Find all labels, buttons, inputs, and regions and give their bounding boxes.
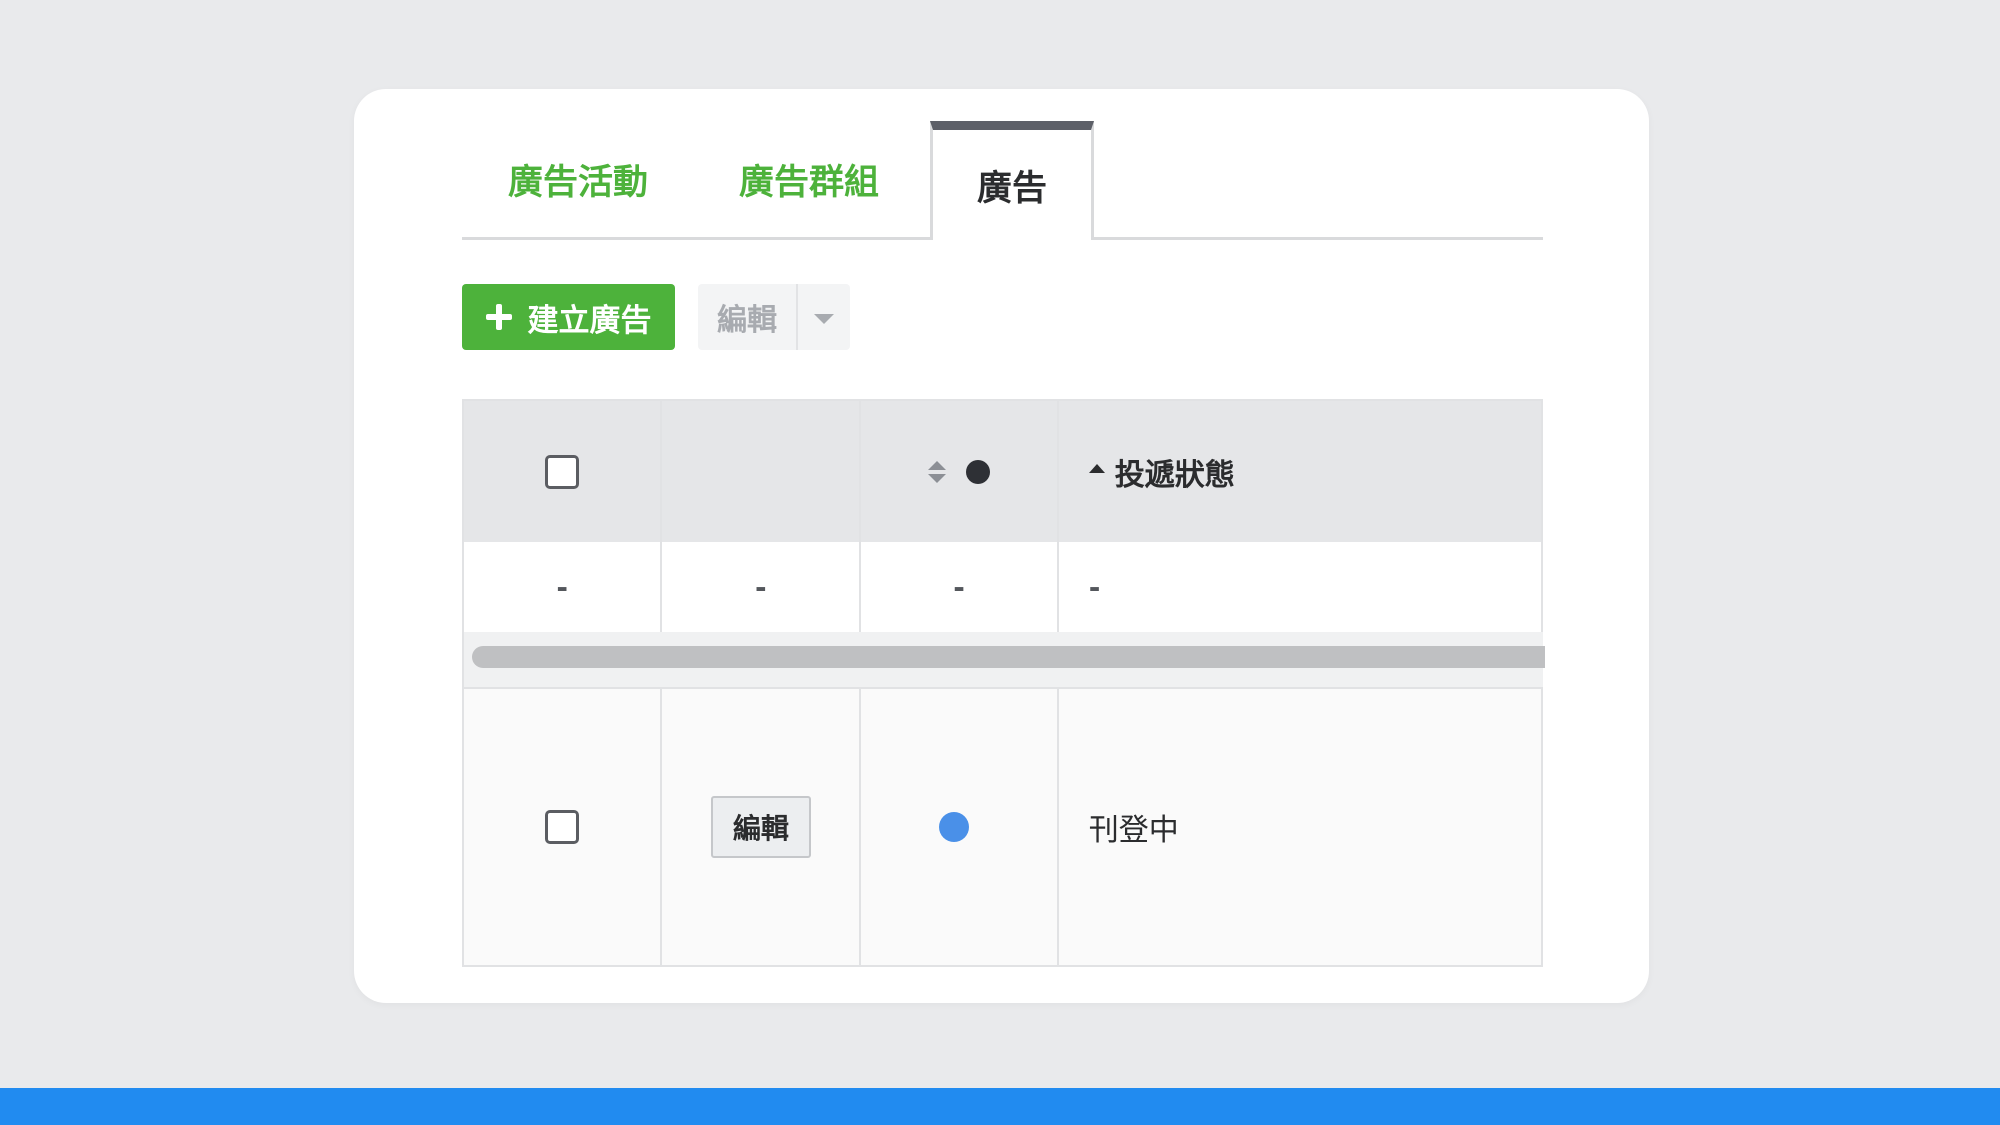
row-edit-cell: 編輯 (662, 689, 862, 965)
header-delivery-status-cell: 投遞狀態 (1059, 401, 1541, 542)
summary-cell: - (464, 542, 663, 632)
summary-row: - - - - (462, 542, 1543, 632)
status-dot-icon (939, 812, 970, 842)
row-select-cell (464, 689, 663, 965)
scrollbar-thumb[interactable] (472, 646, 1545, 668)
create-ad-label: 建立廣告 (527, 302, 652, 339)
select-all-checkbox[interactable] (545, 454, 580, 489)
edit-dropdown-button: 編輯 (698, 284, 850, 350)
create-ad-button[interactable]: 建立廣告 (462, 284, 675, 350)
row-delivery-status-cell: 刊登中 (1059, 689, 1541, 965)
plus-icon (485, 304, 512, 330)
tab-ad-groups[interactable]: 廣告群組 (694, 121, 924, 237)
chevron-down-icon (814, 314, 834, 324)
tab-bar: 廣告活動 廣告群組 廣告 (462, 121, 1543, 240)
ad-manager-card: 廣告活動 廣告群組 廣告 建立廣告 編輯 投遞狀態 - - - - 編輯 刊登中 (354, 89, 1649, 1003)
sort-icon (928, 460, 947, 483)
summary-value: - (1088, 570, 1101, 604)
ads-table: 投遞狀態 - - - - 編輯 刊登中 (462, 399, 1545, 967)
sort-ascending-icon (1088, 464, 1105, 473)
row-edit-button[interactable]: 編輯 (710, 796, 811, 858)
summary-cell: - (662, 542, 862, 632)
summary-cell: - (861, 542, 1059, 632)
table-header-row: 投遞狀態 (462, 399, 1543, 542)
tab-campaigns[interactable]: 廣告活動 (462, 121, 694, 237)
horizontal-scrollbar (462, 632, 1545, 687)
status-dot-icon (966, 459, 991, 484)
header-status-dot-cell[interactable] (861, 401, 1059, 542)
page: 廣告活動 廣告群組 廣告 建立廣告 編輯 投遞狀態 - - - - 編輯 刊登中 (0, 0, 2000, 1125)
table-row: 編輯 刊登中 (462, 687, 1543, 967)
bottom-bar (0, 1088, 2000, 1125)
row-status-dot-cell (861, 689, 1059, 965)
summary-value: - (556, 570, 568, 604)
delivery-status-value: 刊登中 (1088, 813, 1179, 848)
summary-value: - (755, 570, 767, 604)
delivery-status-column-header[interactable]: 投遞狀態 (1088, 450, 1235, 494)
summary-cell: - (1059, 542, 1541, 632)
summary-value: - (953, 570, 965, 604)
row-checkbox[interactable] (545, 810, 580, 844)
header-edit-cell (662, 401, 862, 542)
header-select-cell (464, 401, 663, 542)
edit-dropdown-toggle[interactable] (798, 284, 850, 350)
edit-button[interactable]: 編輯 (698, 284, 798, 350)
delivery-status-header-label: 投遞狀態 (1114, 457, 1235, 493)
tab-ads[interactable]: 廣告 (930, 121, 1094, 240)
